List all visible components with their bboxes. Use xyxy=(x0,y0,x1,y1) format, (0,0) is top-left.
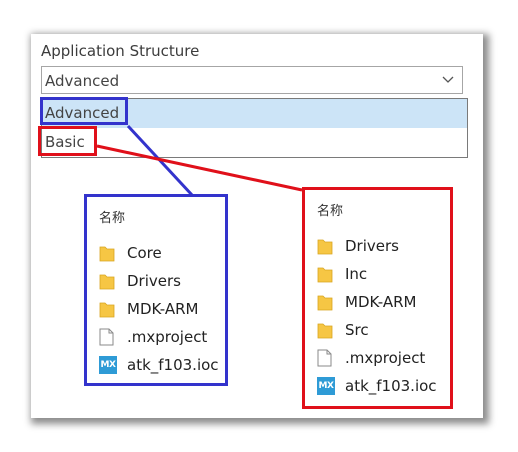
folder-icon xyxy=(99,302,115,318)
file-name: Core xyxy=(127,244,162,262)
mx-file-icon: MX xyxy=(99,356,117,374)
file-name: atk_f103.ioc xyxy=(127,356,219,374)
file-name: MDK-ARM xyxy=(127,300,199,318)
file-name: .mxproject xyxy=(345,349,426,367)
folder-icon xyxy=(317,267,333,283)
file-name: atk_f103.ioc xyxy=(345,377,437,395)
file-icon xyxy=(99,328,114,346)
folder-icon xyxy=(317,239,333,255)
file-name: .mxproject xyxy=(127,328,208,346)
folder-icon xyxy=(99,274,115,290)
folder-icon xyxy=(317,295,333,311)
file-icon xyxy=(317,349,332,367)
advanced-file-panel: 名称 Core Drivers MDK-ARM .mxproject MX at… xyxy=(84,194,228,386)
red-connector-line xyxy=(96,144,303,192)
file-name: Inc xyxy=(345,265,368,283)
file-name: MDK-ARM xyxy=(345,293,417,311)
file-name: Drivers xyxy=(127,272,181,290)
basic-file-panel: 名称 Drivers Inc MDK-ARM Src .mxproject MX… xyxy=(302,187,453,409)
name-column-header: 名称 xyxy=(317,204,344,219)
file-name: Src xyxy=(345,321,369,339)
folder-icon xyxy=(317,323,333,339)
mx-file-icon: MX xyxy=(317,377,335,395)
folder-icon xyxy=(99,246,115,262)
name-column-header: 名称 xyxy=(99,211,126,226)
file-name: Drivers xyxy=(345,237,399,255)
